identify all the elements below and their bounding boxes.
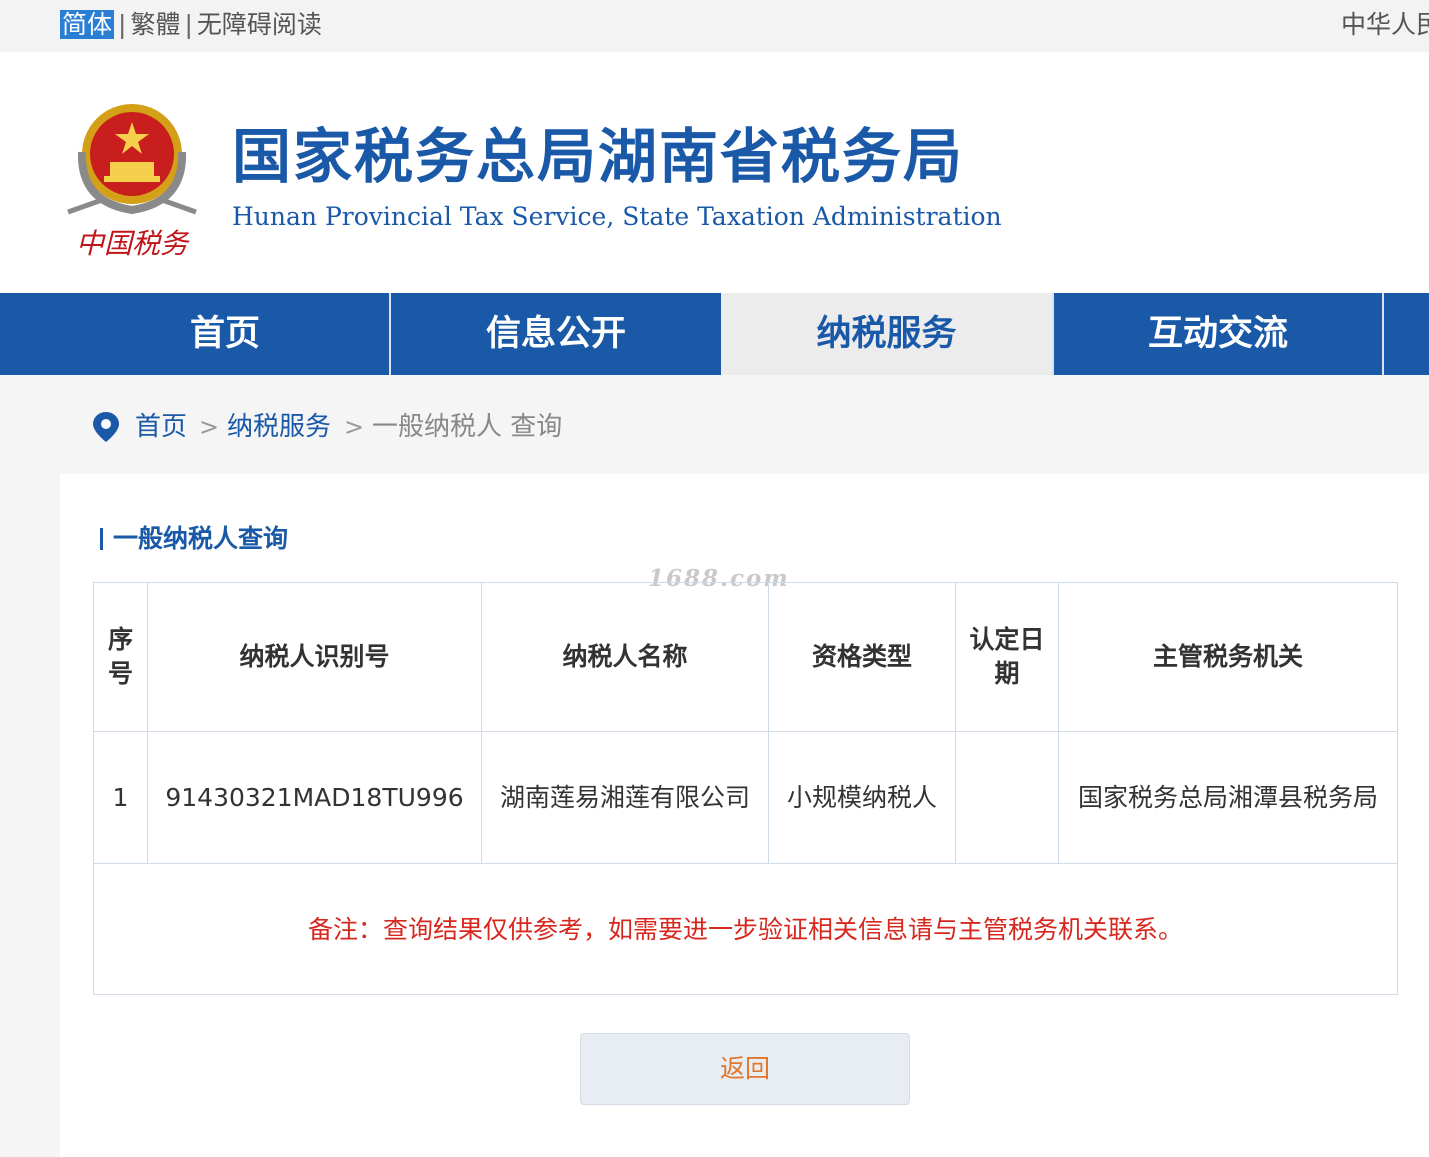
column-header-taxpayer-name: 纳税人名称 [481, 582, 769, 732]
location-pin-icon [93, 412, 119, 442]
chevron-right-icon: > [344, 413, 365, 441]
simplified-chinese-link[interactable]: 简体 [60, 10, 115, 39]
result-table: 序号 纳税人识别号 纳税人名称 资格类型 认定日期 主管税务机关 1 91430… [93, 582, 1398, 995]
cell-index: 1 [93, 731, 148, 864]
back-button[interactable]: 返回 [580, 1033, 910, 1105]
cell-taxpayer-id: 91430321MAD18TU996 [147, 731, 482, 864]
china-tax-seal-text: 中国税务 [76, 227, 189, 260]
table-header-row: 序号 纳税人识别号 纳税人名称 资格类型 认定日期 主管税务机关 [93, 582, 1398, 732]
section-title-text: 一般纳税人查询 [113, 524, 289, 553]
top-bar: 简体 | 繁體 | 无障碍阅读 中华人民 [0, 0, 1429, 52]
table-note-row: 备注：查询结果仅供参考，如需要进一步验证相关信息请与主管税务机关联系。 [93, 863, 1398, 995]
nav-item-interaction[interactable]: 互动交流 [1054, 293, 1382, 375]
column-header-recognition-date: 认定日期 [955, 582, 1059, 732]
cell-taxpayer-name: 湖南莲易湘莲有限公司 [481, 731, 769, 864]
table-row: 1 91430321MAD18TU996 湖南莲易湘莲有限公司 小规模纳税人 国… [93, 731, 1398, 864]
main-navigation: 首页 信息公开 纳税服务 互动交流 [0, 293, 1429, 375]
cell-recognition-date [955, 731, 1059, 864]
section-title: 一般纳税人查询 [100, 526, 288, 551]
nav-item-tax-service[interactable]: 纳税服务 [721, 293, 1052, 375]
column-header-tax-authority: 主管税务机关 [1058, 582, 1398, 732]
language-switcher: 简体 | 繁體 | 无障碍阅读 [60, 8, 322, 42]
column-header-index: 序号 [93, 582, 148, 732]
cell-qualification-type: 小规模纳税人 [768, 731, 956, 864]
site-title-english: Hunan Provincial Tax Service, State Taxa… [232, 202, 1002, 231]
separator: | [118, 10, 127, 39]
cell-tax-authority: 国家税务总局湘潭县税务局 [1058, 731, 1398, 864]
breadcrumb-home-link[interactable]: 首页 [135, 405, 187, 449]
top-right-text[interactable]: 中华人民 [1341, 8, 1429, 42]
column-header-qualification-type: 资格类型 [768, 582, 956, 732]
breadcrumb-current: 一般纳税人 查询 [372, 412, 563, 442]
site-header: 中国税务 国家税务总局湖南省税务局 Hunan Provincial Tax S… [0, 52, 1429, 293]
nav-item-info-disclosure[interactable]: 信息公开 [391, 293, 721, 375]
accessibility-link[interactable]: 无障碍阅读 [197, 10, 322, 39]
chevron-right-icon: > [199, 413, 220, 441]
disclaimer-note: 备注：查询结果仅供参考，如需要进一步验证相关信息请与主管税务机关联系。 [93, 863, 1398, 995]
breadcrumb-section-link[interactable]: 纳税服务 [227, 405, 331, 449]
nav-divider [1382, 293, 1384, 375]
nav-item-home[interactable]: 首页 [60, 293, 390, 375]
column-header-taxpayer-id: 纳税人识别号 [147, 582, 482, 732]
site-title-chinese: 国家税务总局湖南省税务局 [232, 122, 965, 191]
tax-emblem-logo[interactable] [62, 92, 202, 232]
traditional-chinese-link[interactable]: 繁體 [130, 10, 180, 39]
separator: | [184, 10, 193, 39]
